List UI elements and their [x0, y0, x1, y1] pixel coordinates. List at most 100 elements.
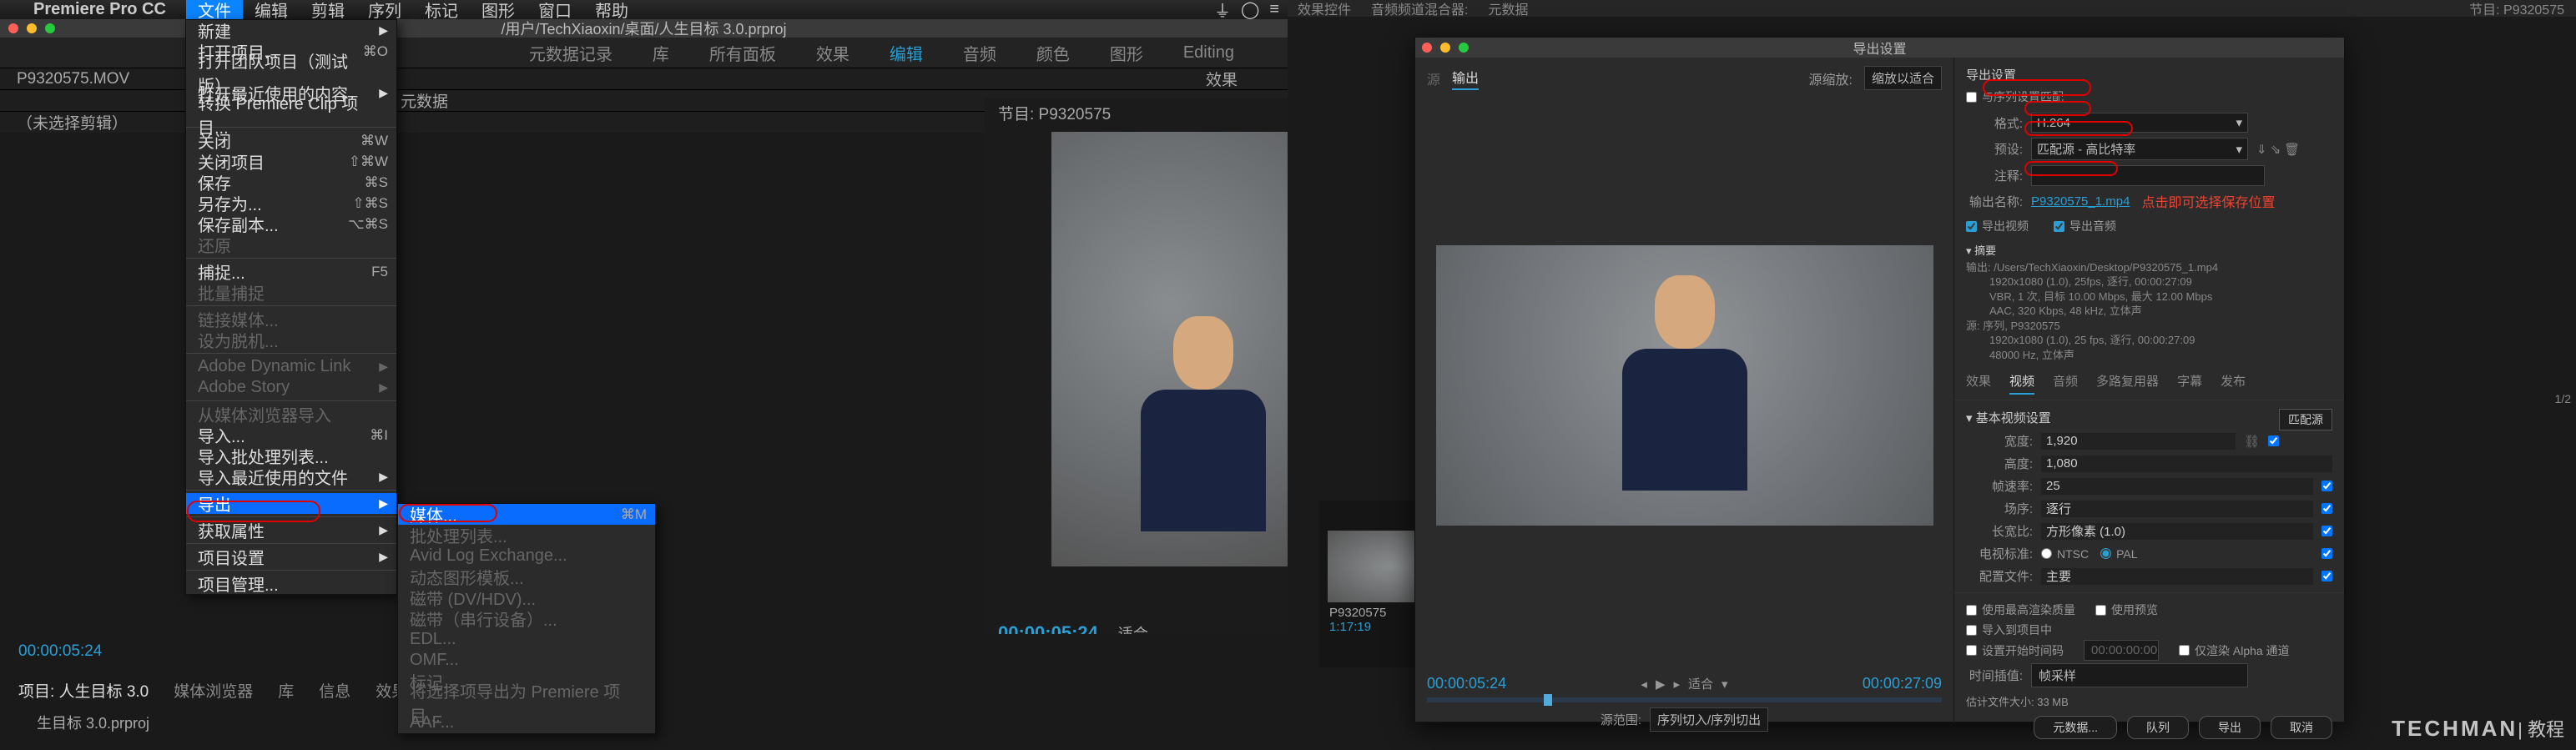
use-preview-checkbox[interactable] [2095, 605, 2106, 616]
tab-publish[interactable]: 发布 [2221, 372, 2246, 395]
menu-window[interactable]: 窗口 [527, 0, 583, 19]
tab-metadata[interactable]: 元数据 [1488, 0, 1528, 18]
file-menu-item[interactable]: 关闭项目⇧⌘W [186, 151, 396, 172]
output-name-link[interactable]: P9320575_1.mp4 [2031, 194, 2130, 209]
metadata-button[interactable]: 元数据... [2034, 716, 2117, 739]
file-menu-item[interactable]: 新建▶ [186, 20, 396, 41]
metadata-tab[interactable]: 元数据 [401, 89, 448, 112]
tab-captions[interactable]: 字幕 [2177, 372, 2202, 395]
tab-video[interactable]: 视频 [2009, 372, 2034, 395]
chevron-down-icon[interactable]: ▾ [1722, 677, 1728, 692]
menu-edit[interactable]: 编辑 [243, 0, 300, 19]
export-fit[interactable]: 适合 [1688, 675, 1713, 692]
preset-select[interactable]: 匹配源 - 高比特率▾ [2031, 138, 2248, 160]
aspect-match-checkbox[interactable] [2321, 526, 2332, 536]
program-video[interactable] [1051, 132, 1288, 566]
tab-mux[interactable]: 多路复用器 [2096, 372, 2159, 395]
ws-effects[interactable]: 效果 [796, 41, 870, 65]
ws-allpanels[interactable]: 所有面板 [689, 41, 796, 65]
tab-effect-controls[interactable]: 效果控件 [1298, 0, 1351, 18]
file-menu-item[interactable]: 保存副本...⌥⌘S [186, 214, 396, 234]
file-menu-item[interactable]: 导入...⌘I [186, 425, 396, 445]
user-icon[interactable]: ◯ [1241, 0, 1259, 20]
tab-audio[interactable]: 音频 [2053, 372, 2078, 395]
menu-graphics[interactable]: 图形 [470, 0, 527, 19]
match-source-button[interactable]: 匹配源 [2279, 409, 2332, 430]
preset-import-icon[interactable]: ⇘ [2271, 142, 2281, 157]
ws-color[interactable]: 颜色 [1016, 41, 1090, 65]
export-tc-out[interactable]: 00:00:27:09 [1863, 675, 1942, 692]
minimize-icon[interactable] [27, 23, 37, 33]
zoom-icon[interactable] [45, 23, 55, 33]
src-tab-source[interactable]: 源 [1427, 68, 1440, 88]
max-render-checkbox[interactable] [1966, 605, 1977, 616]
file-menu-item[interactable]: 另存为...⇧⌘S [186, 193, 396, 214]
ws-editing[interactable]: 编辑 [870, 41, 943, 65]
preset-save-icon[interactable]: ⇓ [2256, 142, 2267, 157]
menu-help[interactable]: 帮助 [583, 0, 640, 19]
preset-delete-icon[interactable]: 🗑 [2284, 142, 2300, 157]
export-preview-video[interactable] [1436, 245, 1933, 526]
start-tc-checkbox[interactable] [1966, 645, 1977, 656]
alpha-checkbox[interactable] [2179, 645, 2190, 656]
export-zoom-icon[interactable] [1459, 43, 1469, 53]
source-range-select[interactable]: 序列切入/序列切出 [1650, 707, 1768, 732]
menu-marker[interactable]: 标记 [413, 0, 470, 19]
src-tab-output[interactable]: 输出 [1452, 67, 1479, 90]
file-menu-item[interactable]: 捕捉...F5 [186, 261, 396, 282]
export-scrubber[interactable] [1427, 697, 1942, 702]
bin-info[interactable]: 信息 [319, 679, 350, 702]
scrub-handle[interactable] [1544, 694, 1552, 706]
queue-button[interactable]: 队列 [2127, 716, 2189, 739]
bin-library[interactable]: 库 [278, 679, 294, 702]
file-menu-item[interactable]: 导出▶ [186, 493, 396, 514]
bin-project[interactable]: 项目: 人生目标 3.0 [18, 679, 149, 702]
height-value[interactable]: 1,080 [2041, 456, 2332, 472]
file-menu-item[interactable]: 项目设置▶ [186, 546, 396, 567]
menu-file[interactable]: 文件 [186, 0, 243, 19]
export-close-icon[interactable] [1422, 43, 1432, 53]
export-audio-checkbox[interactable] [2054, 221, 2064, 232]
export-min-icon[interactable] [1440, 43, 1450, 53]
file-menu-item[interactable]: 导入最近使用的文件▶ [186, 466, 396, 487]
export-button[interactable]: 导出 [2199, 716, 2261, 739]
fps-match-checkbox[interactable] [2321, 481, 2332, 491]
file-menu-item[interactable]: 获取属性▶ [186, 520, 396, 541]
tab-effects[interactable]: 效果 [1966, 372, 1991, 395]
order-match-checkbox[interactable] [2321, 503, 2332, 514]
file-menu-item[interactable]: 保存⌘S [186, 172, 396, 193]
exp-play-icon[interactable]: ▶ [1656, 677, 1666, 692]
src-scale-select[interactable]: 缩放以适合 [1864, 66, 1942, 90]
ws-audio[interactable]: 音频 [943, 41, 1016, 65]
export-video-checkbox[interactable] [1966, 221, 1977, 232]
source-timecode[interactable]: 00:00:05:24 [18, 642, 102, 660]
aspect-value[interactable]: 方形像素 (1.0) [2041, 523, 2313, 540]
ws-library[interactable]: 库 [633, 41, 689, 65]
tv-ntsc-radio[interactable] [2041, 548, 2052, 559]
width-value[interactable]: 1,920 [2041, 433, 2236, 450]
ws-metadata[interactable]: 元数据记录 [509, 41, 633, 65]
source-tab-effects[interactable]: 效果 [1206, 68, 1238, 90]
file-menu-item[interactable]: 打开团队项目（测试版）... [186, 62, 396, 83]
bin-media-browser[interactable]: 媒体浏览器 [174, 679, 253, 702]
width-match-checkbox[interactable] [2268, 435, 2279, 446]
menu-extra-icon[interactable]: ≡ [1269, 0, 1279, 19]
exp-step-fwd-icon[interactable]: ▸ [1674, 677, 1681, 692]
tv-pal-radio[interactable] [2100, 548, 2111, 559]
tab-audio-mixer[interactable]: 音频频道混合器: [1371, 0, 1468, 18]
menu-sequence[interactable]: 序列 [356, 0, 413, 19]
order-value[interactable]: 逐行 [2041, 501, 2313, 517]
file-menu-item[interactable]: 项目管理... [186, 573, 396, 594]
cancel-button[interactable]: 取消 [2271, 716, 2332, 739]
menu-clip[interactable]: 剪辑 [300, 0, 356, 19]
link-icon[interactable]: ⛓ [2244, 434, 2260, 449]
tv-match-checkbox[interactable] [2321, 548, 2332, 559]
profile-value[interactable]: 主要 [2041, 568, 2313, 585]
comment-input[interactable] [2031, 165, 2265, 186]
start-tc-value[interactable]: 00:00:00:00 [2084, 640, 2159, 661]
ws-graphics[interactable]: 图形 [1090, 41, 1163, 65]
import-proj-checkbox[interactable] [1966, 625, 1977, 636]
export-menu-item[interactable]: 媒体...⌘M [398, 504, 655, 525]
close-icon[interactable] [8, 23, 18, 33]
match-seq-checkbox[interactable] [1966, 92, 1977, 103]
